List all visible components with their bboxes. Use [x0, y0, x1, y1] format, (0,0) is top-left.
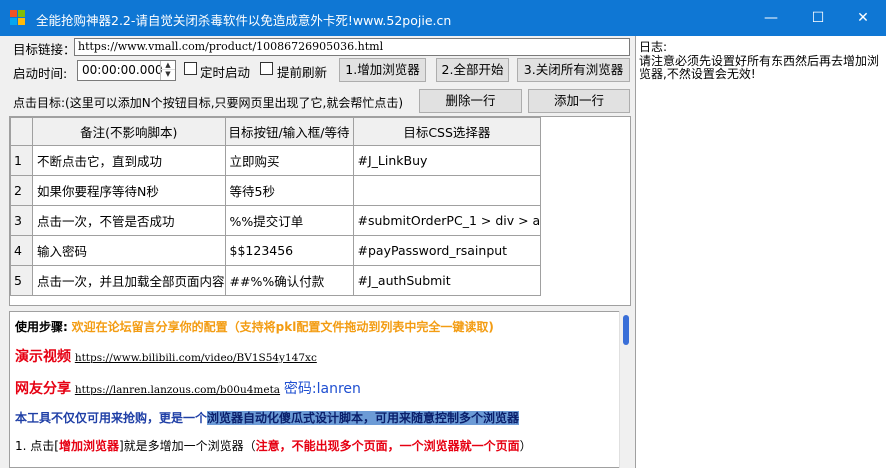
pre-refresh-checkbox[interactable] — [260, 62, 273, 75]
table-row[interactable]: 5 点击一次，并且加载全部页面内容 ##%%确认付款 #J_authSubmit — [10, 265, 542, 296]
window-title: 全能抢购神器2.2-请自觉关闭杀毒软件以免造成意外卡死!www.52pojie.… — [36, 13, 452, 28]
cell-target[interactable]: 等待5秒 — [224, 175, 354, 206]
column-header-note[interactable]: 备注(不影响脚本) — [32, 117, 226, 146]
cell-selector[interactable]: #J_LinkBuy — [352, 145, 542, 176]
step1-suffix: ） — [519, 439, 532, 453]
app-icon-green — [18, 10, 25, 17]
spinner-up-icon[interactable]: ▲ — [161, 61, 175, 70]
pre-refresh-label: 提前刷新 — [277, 65, 328, 80]
start-all-button[interactable]: 2.全部开始 — [436, 58, 509, 82]
click-targets-hint: 点击目标:(这里可以添加N个按钮目标,只要网页里出现了它,就会帮忙点击) — [13, 96, 404, 110]
cell-selector[interactable]: #submitOrderPC_1 > div > a — [352, 205, 542, 236]
help-scrollbar[interactable] — [619, 311, 632, 468]
help-video-line: 演示视频 https://www.bilibili.com/video/BV1S… — [15, 346, 317, 366]
help-share-line: 网友分享 https://lanren.lanzous.com/b00u4met… — [15, 378, 361, 398]
column-header-target[interactable]: 目标按钮/输入框/等待 — [224, 117, 354, 146]
step1-prefix: 1. 点击[ — [15, 439, 59, 453]
share-link[interactable]: https://lanren.lanzous.com/b00u4meta — [75, 384, 280, 396]
row-number[interactable]: 3 — [10, 205, 33, 236]
start-time-label: 启动时间: — [13, 66, 68, 81]
title-bar: 全能抢购神器2.2-请自觉关闭杀毒软件以免造成意外卡死!www.52pojie.… — [0, 0, 886, 36]
target-url-input[interactable]: https://www.vmall.com/product/1008672690… — [74, 38, 630, 56]
maximize-button[interactable]: ☐ — [795, 0, 841, 36]
cell-note[interactable]: 不断点击它，直到成功 — [32, 145, 226, 176]
cell-target[interactable]: 立即购买 — [224, 145, 354, 176]
app-icon-blue — [10, 18, 17, 25]
table-row[interactable]: 4 输入密码 $$123456 #payPassword_rsainput — [10, 235, 542, 266]
add-row-button[interactable]: 添加一行 — [528, 89, 630, 113]
cell-selector[interactable]: #J_authSubmit — [352, 265, 542, 296]
cell-target[interactable]: %%提交订单 — [224, 205, 354, 236]
help-steps-line: 使用步骤: 欢迎在论坛留言分享你的配置（支持将pkl配置文件拖动到列表中完全一键… — [15, 318, 494, 335]
app-icon-yellow — [18, 18, 25, 25]
cell-note[interactable]: 如果你要程序等待N秒 — [32, 175, 226, 206]
cell-target[interactable]: $$123456 — [224, 235, 354, 266]
delete-row-button[interactable]: 删除一行 — [419, 89, 522, 113]
column-header-selector[interactable]: 目标CSS选择器 — [352, 117, 542, 146]
table-row[interactable]: 1 不断点击它，直到成功 立即购买 #J_LinkBuy — [10, 145, 542, 176]
app-icon — [10, 10, 26, 26]
share-password: 密码:lanren — [283, 381, 361, 397]
cell-note[interactable]: 点击一次，不管是否成功 — [32, 205, 226, 236]
help-desc-line: 本工具不仅仅可用来抢购，更是一个浏览器自动化傻瓜式设计脚本，可用来随意控制多个浏… — [15, 409, 520, 426]
log-title: 日志: — [639, 40, 668, 54]
scrollbar-thumb[interactable] — [623, 315, 629, 345]
share-label: 网友分享 — [15, 381, 71, 397]
steps-label: 使用步骤: — [15, 320, 68, 334]
help-step1-line: 1. 点击[增加浏览器]就是多增加一个浏览器（注意，不能出现多个页面，一个浏览器… — [15, 437, 532, 454]
row-number[interactable]: 5 — [10, 265, 33, 296]
background-window-edge — [0, 36, 9, 468]
steps-text: 欢迎在论坛留言分享你的配置（支持将pkl配置文件拖动到列表中完全一键读取) — [71, 320, 494, 334]
help-panel[interactable]: 使用步骤: 欢迎在论坛留言分享你的配置（支持将pkl配置文件拖动到列表中完全一键… — [9, 311, 631, 468]
log-panel[interactable]: 日志: 请注意必须先设置好所有东西然后再去增加浏览器,不然设置会无效! — [635, 36, 886, 468]
log-message: 请注意必须先设置好所有东西然后再去增加浏览器,不然设置会无效! — [639, 53, 880, 81]
step1-warn: 注意，不能出现多个页面，一个浏览器就一个页面 — [255, 439, 520, 453]
table-header-row: 备注(不影响脚本) 目标按钮/输入框/等待 目标CSS选择器 — [10, 117, 542, 146]
time-spinner[interactable]: ▲ ▼ — [160, 61, 175, 80]
cell-note[interactable]: 点击一次，并且加载全部页面内容 — [32, 265, 226, 296]
app-icon-red — [10, 10, 17, 17]
row-number-header — [10, 117, 33, 146]
cell-note[interactable]: 输入密码 — [32, 235, 226, 266]
row-number[interactable]: 2 — [10, 175, 33, 206]
close-button[interactable]: ✕ — [840, 0, 886, 36]
video-label: 演示视频 — [15, 349, 71, 365]
close-all-browsers-button[interactable]: 3.关闭所有浏览器 — [517, 58, 630, 82]
targets-table: 备注(不影响脚本) 目标按钮/输入框/等待 目标CSS选择器 1 不断点击它，直… — [9, 116, 631, 306]
add-browser-button[interactable]: 1.增加浏览器 — [339, 58, 426, 82]
timed-start-checkbox[interactable] — [184, 62, 197, 75]
target-url-label: 目标链接： — [13, 42, 76, 57]
cell-selector[interactable] — [352, 175, 542, 206]
timed-start-label: 定时启动 — [200, 65, 251, 80]
log-text: 日志: 请注意必须先设置好所有东西然后再去增加浏览器,不然设置会无效! — [639, 40, 882, 82]
step1-btn: 增加浏览器 — [58, 439, 119, 453]
start-time-input[interactable]: 00:00:00.000 ▲ ▼ — [77, 60, 176, 81]
row-number[interactable]: 1 — [10, 145, 33, 176]
row-number[interactable]: 4 — [10, 235, 33, 266]
table-row[interactable]: 3 点击一次，不管是否成功 %%提交订单 #submitOrderPC_1 > … — [10, 205, 542, 236]
desc-prefix: 本工具不仅仅可用来抢购，更是一个 — [15, 411, 208, 425]
start-time-value: 00:00:00.000 — [82, 63, 163, 77]
spinner-down-icon[interactable]: ▼ — [161, 70, 175, 79]
table-row[interactable]: 2 如果你要程序等待N秒 等待5秒 — [10, 175, 542, 206]
video-link[interactable]: https://www.bilibili.com/video/BV1S54y14… — [75, 352, 317, 364]
minimize-button[interactable]: — — [748, 0, 794, 36]
desc-highlight: 浏览器自动化傻瓜式设计脚本，可用来随意控制多个浏览器 — [207, 411, 520, 425]
step1-mid: ]就是多增加一个浏览器（ — [118, 439, 256, 453]
cell-selector[interactable]: #payPassword_rsainput — [352, 235, 542, 266]
cell-target[interactable]: ##%%确认付款 — [224, 265, 354, 296]
